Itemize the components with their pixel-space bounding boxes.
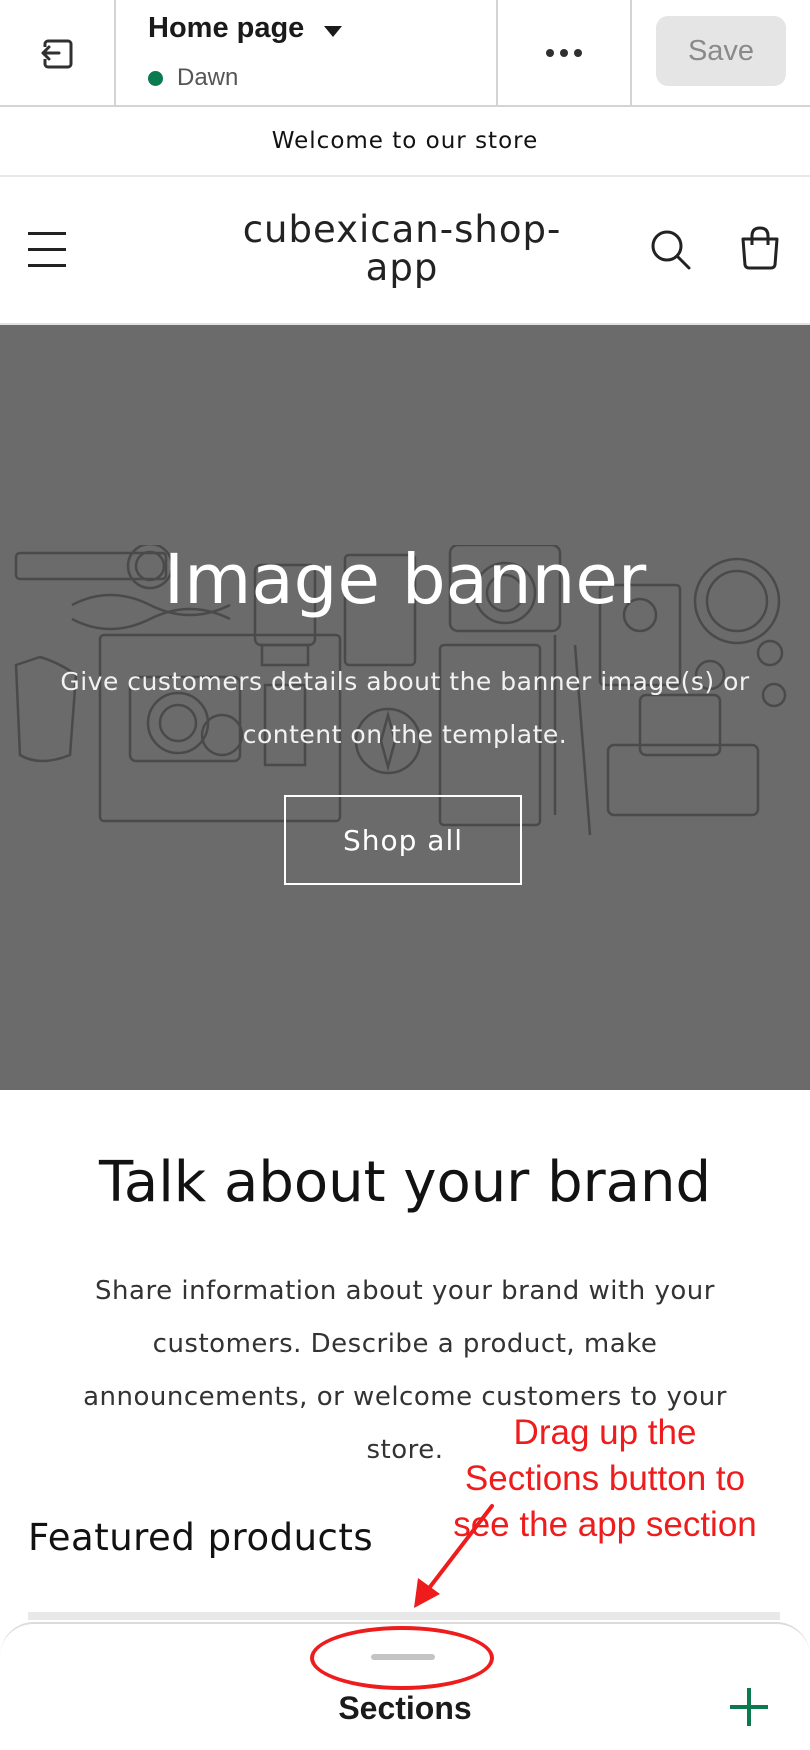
- more-icon: [546, 48, 554, 57]
- annotation-arrow-icon: [414, 1504, 494, 1608]
- store-header: cubexican-shop-app: [0, 177, 810, 325]
- shop-all-button[interactable]: Shop all: [284, 795, 522, 885]
- search-icon[interactable]: [650, 229, 692, 271]
- menu-icon[interactable]: [28, 232, 66, 267]
- page-selector[interactable]: Home page Dawn: [116, 0, 498, 105]
- exit-button[interactable]: [0, 0, 116, 105]
- annotation-circle: [310, 1626, 494, 1690]
- sections-title[interactable]: Sections: [0, 1690, 810, 1727]
- theme-name: Dawn: [177, 64, 239, 91]
- save-button[interactable]: Save: [656, 16, 786, 86]
- featured-products-title: Featured products: [28, 1516, 374, 1559]
- sections-sheet[interactable]: Sections: [0, 1622, 810, 1750]
- chevron-down-icon: [324, 26, 342, 37]
- brand-title: Talk about your brand: [98, 1150, 712, 1215]
- banner-description: Give customers details about the banner …: [60, 667, 750, 749]
- more-actions-button[interactable]: [498, 0, 632, 105]
- announcement-bar: Welcome to our store: [0, 107, 810, 177]
- banner-title: Image banner: [163, 540, 647, 620]
- page-name: Home page: [148, 12, 305, 44]
- plus-icon[interactable]: [730, 1688, 768, 1726]
- image-banner: Image banner Give customers details abou…: [0, 325, 810, 1090]
- cart-icon[interactable]: [738, 225, 782, 271]
- theme-status: Dawn: [148, 64, 238, 92]
- status-dot: [148, 70, 163, 86]
- editor-topbar: Home page Dawn Save: [0, 0, 810, 107]
- store-name[interactable]: cubexican-shop-app: [230, 211, 574, 287]
- exit-icon: [41, 39, 73, 68]
